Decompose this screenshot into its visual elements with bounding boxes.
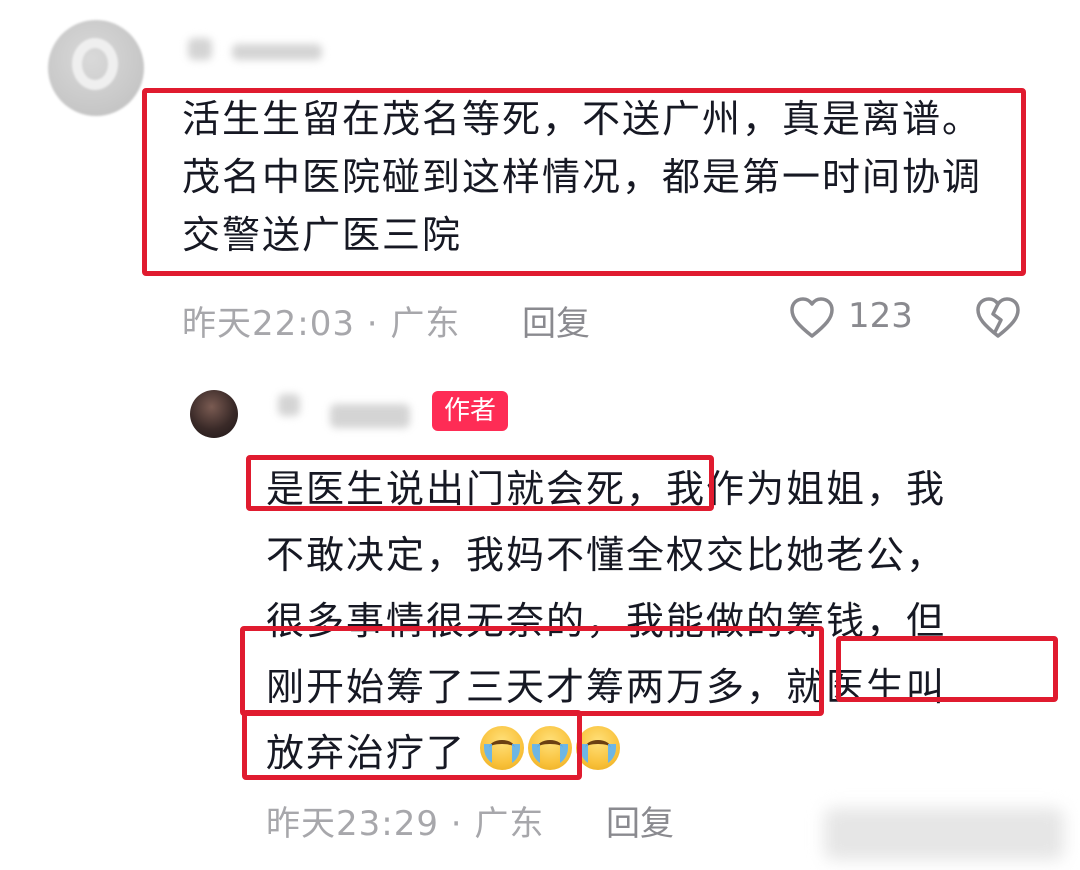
- highlight-box-comment: [142, 88, 1026, 276]
- highlight-box-3: [836, 636, 1058, 702]
- highlight-box-2: [240, 626, 824, 716]
- commenter-avatar[interactable]: [48, 20, 144, 116]
- reply-time-location: 昨天23:29 · 广东: [266, 804, 545, 844]
- author-badge: 作者: [432, 391, 509, 431]
- blurred-username: [188, 38, 212, 60]
- blurred-username-2: [232, 44, 322, 60]
- crying-face-emoji: [576, 726, 621, 770]
- highlight-box-4: [242, 710, 582, 780]
- like-count: 123: [848, 296, 913, 336]
- blurred-watermark: [824, 808, 1064, 860]
- reply-button[interactable]: 回复: [606, 796, 674, 845]
- broken-heart-icon[interactable]: [972, 294, 1024, 342]
- reply-button[interactable]: 回复: [522, 296, 590, 345]
- heart-outline-icon[interactable]: [788, 294, 836, 342]
- blurred-author-name-2: [330, 404, 410, 428]
- author-avatar[interactable]: [190, 390, 238, 438]
- blurred-author-name: [278, 394, 300, 416]
- comment-time-location: 昨天22:03 · 广东: [182, 304, 461, 344]
- highlight-box-1: [246, 455, 714, 511]
- reply-line: 不敢决定，我妈不懂全权交比她老公，: [266, 533, 947, 577]
